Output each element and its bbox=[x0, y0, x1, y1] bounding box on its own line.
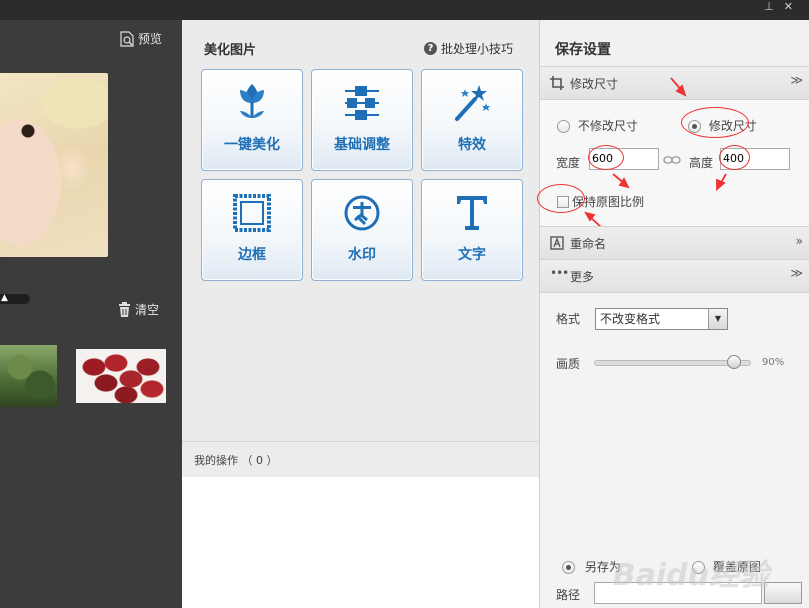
trash-icon bbox=[119, 302, 130, 317]
preview-icon bbox=[120, 30, 134, 47]
preview-image bbox=[0, 73, 108, 257]
more-dots-icon: ••• bbox=[550, 266, 569, 280]
collapse-up-icon[interactable]: ▲ bbox=[1, 294, 8, 303]
batch-tips-link[interactable]: ? 批处理小技巧 bbox=[424, 40, 513, 57]
annotation-arrows bbox=[584, 77, 727, 228]
chevron-right-icon[interactable]: » bbox=[796, 234, 803, 248]
more-section-label: 更多 bbox=[570, 270, 595, 284]
title-bar bbox=[0, 0, 809, 20]
tile-text[interactable]: 文字 bbox=[421, 179, 523, 281]
window-controls[interactable]: ⊥✕ bbox=[764, 0, 803, 13]
quality-slider-knob[interactable] bbox=[726, 355, 741, 369]
rename-section-header[interactable]: 重命名 » bbox=[540, 226, 809, 260]
save-settings-title: 保存设置 bbox=[555, 42, 611, 58]
thumbnail-tree[interactable] bbox=[0, 345, 57, 407]
frame-icon bbox=[233, 194, 271, 232]
close-icon[interactable]: ✕ bbox=[784, 0, 803, 13]
format-value: 不改变格式 bbox=[600, 312, 661, 326]
baidu-watermark: Baidu经验 bbox=[612, 558, 769, 593]
tile-watermark[interactable]: 水印 bbox=[311, 179, 413, 281]
my-operations-label: 我的操作 （ 0 ） bbox=[194, 454, 278, 467]
operations-list bbox=[182, 477, 539, 608]
magic-wand-icon bbox=[455, 85, 490, 121]
format-select[interactable]: 不改变格式 ▼ bbox=[595, 308, 728, 330]
preview-label: 预览 bbox=[138, 32, 163, 46]
tile-effects[interactable]: 特效 bbox=[421, 69, 523, 171]
tile-label: 特效 bbox=[458, 137, 486, 153]
text-t-icon bbox=[457, 196, 487, 230]
browse-button[interactable] bbox=[764, 582, 802, 604]
tile-frame[interactable]: 边框 bbox=[201, 179, 303, 281]
pin-icon[interactable]: ⊥ bbox=[764, 0, 784, 13]
help-icon: ? bbox=[424, 42, 437, 55]
thumbnail-dates[interactable] bbox=[76, 349, 166, 403]
preview-button[interactable]: 预览 bbox=[120, 30, 162, 47]
tile-label: 水印 bbox=[348, 247, 376, 263]
tile-label: 文字 bbox=[458, 247, 486, 263]
tile-label: 基础调整 bbox=[334, 137, 390, 153]
tile-label: 边框 bbox=[238, 247, 266, 263]
tulip-icon bbox=[240, 84, 264, 118]
save-as-radio[interactable] bbox=[562, 561, 575, 574]
format-label: 格式 bbox=[556, 312, 581, 326]
watermark-seal-icon bbox=[344, 195, 380, 231]
tile-one-click-beautify[interactable]: 一键美化 bbox=[201, 69, 303, 171]
rename-section-label: 重命名 bbox=[570, 237, 607, 251]
tile-label: 一键美化 bbox=[224, 137, 280, 153]
quality-value: 90% bbox=[762, 357, 785, 368]
beautify-title: 美化图片 bbox=[204, 43, 257, 58]
rename-icon bbox=[550, 236, 564, 250]
chevron-down-icon[interactable]: ≫ bbox=[790, 266, 803, 280]
sliders-icon bbox=[345, 86, 379, 120]
dropdown-arrow-icon[interactable]: ▼ bbox=[708, 309, 727, 329]
clear-button[interactable]: 清空 bbox=[118, 301, 159, 318]
more-section-header[interactable]: ••• 更多 ≫ bbox=[540, 259, 809, 293]
quality-label: 画质 bbox=[556, 357, 581, 371]
batch-tips-label: 批处理小技巧 bbox=[441, 42, 514, 56]
clear-label: 清空 bbox=[135, 303, 160, 317]
path-label: 路径 bbox=[556, 588, 581, 602]
tile-basic-adjust[interactable]: 基础调整 bbox=[311, 69, 413, 171]
